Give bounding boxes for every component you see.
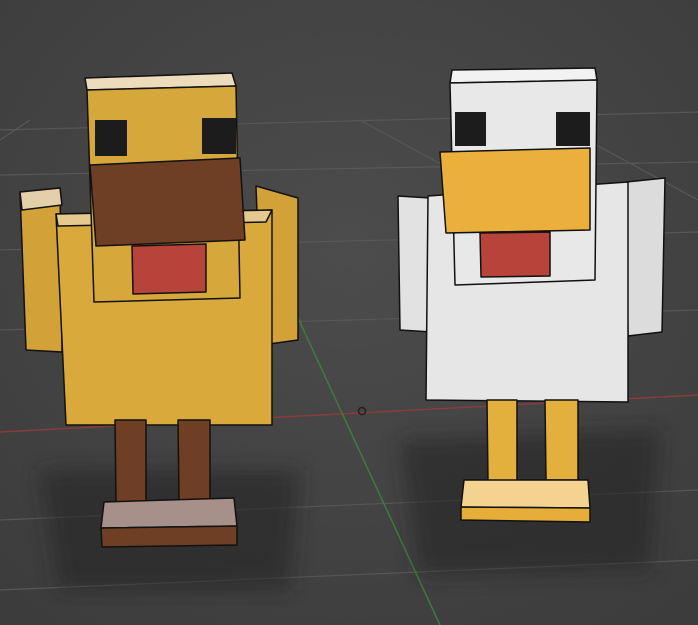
wattle <box>131 243 207 295</box>
eye-right <box>202 118 236 154</box>
leg-right <box>544 399 579 481</box>
leg-left <box>114 419 147 503</box>
feet-front <box>100 525 238 548</box>
beak <box>439 147 591 234</box>
eye-left <box>95 120 127 156</box>
beak <box>89 157 246 247</box>
left-wing <box>19 187 63 353</box>
feet-front <box>460 506 591 523</box>
leg-right <box>177 419 211 501</box>
wattle <box>479 231 551 278</box>
eye-left <box>455 112 486 146</box>
leg-left <box>486 399 518 483</box>
3d-viewport[interactable] <box>0 0 698 625</box>
feet-top <box>100 497 238 529</box>
right-wing <box>625 177 666 337</box>
eye-right <box>556 112 590 146</box>
feet-top <box>460 479 591 509</box>
